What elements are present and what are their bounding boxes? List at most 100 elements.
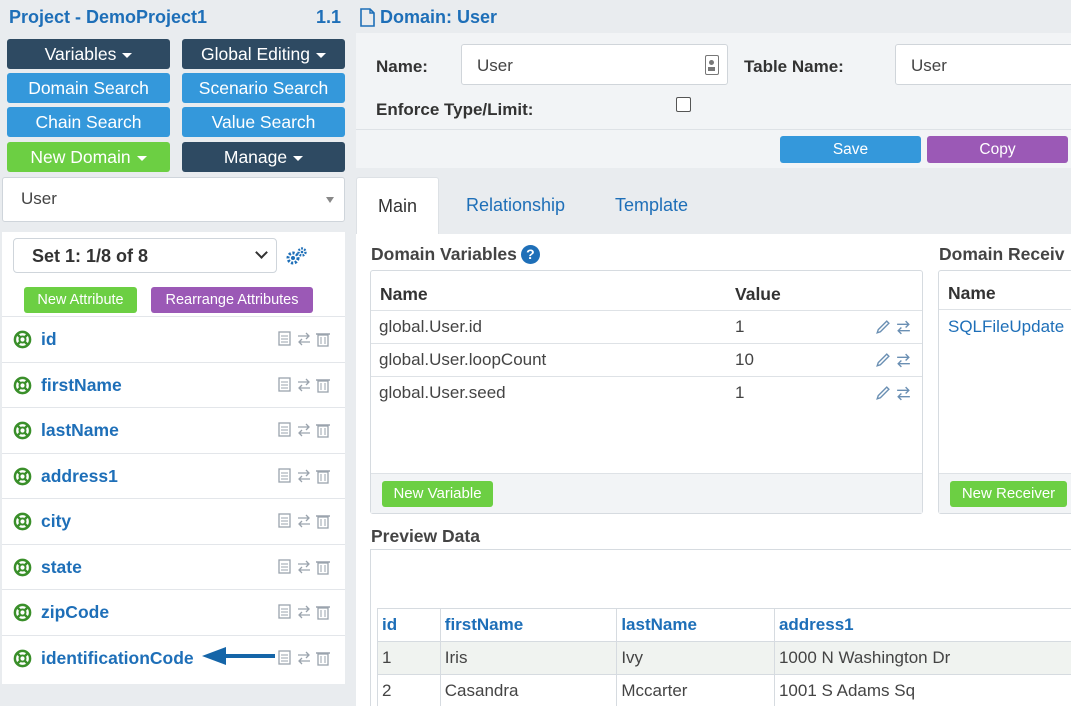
- attribute-name[interactable]: address1: [41, 466, 118, 487]
- lifebuoy-icon: [13, 512, 32, 531]
- attribute-name[interactable]: zipCode: [41, 602, 109, 623]
- exchange-icon[interactable]: [296, 331, 312, 347]
- domain-title: Domain: User: [360, 7, 497, 28]
- global-editing-dropdown-button[interactable]: Global Editing: [182, 39, 345, 69]
- receiver-link[interactable]: SQLFileUpdate: [948, 317, 1064, 337]
- tab-relationship[interactable]: Relationship: [445, 177, 586, 234]
- variable-row[interactable]: global.User.id 1: [371, 310, 922, 343]
- exchange-icon[interactable]: [895, 352, 912, 369]
- trash-icon[interactable]: [315, 650, 331, 666]
- settings-gears-icon[interactable]: [286, 246, 308, 266]
- tab-bar: Main Relationship Template: [356, 177, 1071, 234]
- domain-form: Name: User Table Name: User Enforce Type…: [356, 33, 1071, 168]
- variable-row[interactable]: global.User.loopCount 10: [371, 343, 922, 376]
- tab-main[interactable]: Main: [356, 177, 440, 234]
- trash-icon[interactable]: [315, 422, 331, 438]
- attribute-actions: [277, 376, 331, 393]
- attribute-row[interactable]: city: [2, 498, 345, 543]
- attribute-row[interactable]: id: [2, 316, 345, 361]
- new-variable-button[interactable]: New Variable: [382, 481, 493, 507]
- main-tab-content: Domain Variables? Name Value global.User…: [356, 234, 1071, 706]
- database-icon[interactable]: [277, 467, 293, 484]
- save-button[interactable]: Save: [780, 136, 921, 163]
- exchange-icon[interactable]: [296, 422, 312, 438]
- manage-dropdown-button[interactable]: Manage: [182, 142, 345, 172]
- domain-search-button[interactable]: Domain Search: [7, 73, 170, 103]
- exchange-icon[interactable]: [296, 377, 312, 393]
- exchange-icon[interactable]: [296, 650, 312, 666]
- attribute-name[interactable]: identificationCode: [41, 648, 194, 669]
- variable-row[interactable]: global.User.seed 1: [371, 376, 922, 409]
- attribute-row[interactable]: state: [2, 543, 345, 589]
- database-icon[interactable]: [277, 649, 293, 666]
- attribute-row[interactable]: zipCode: [2, 589, 345, 634]
- new-domain-dropdown-button[interactable]: New Domain: [7, 142, 170, 172]
- attribute-name[interactable]: city: [41, 511, 71, 532]
- trash-icon[interactable]: [315, 513, 331, 529]
- pencil-icon[interactable]: [874, 352, 891, 369]
- table-row: 1 Iris Ivy 1000 N Washington Dr: [377, 641, 1071, 675]
- pencil-icon[interactable]: [874, 319, 891, 336]
- tab-template[interactable]: Template: [594, 177, 709, 234]
- document-icon: [360, 8, 375, 27]
- set-select-value: Set 1: 1/8 of 8: [32, 246, 149, 266]
- variables-dropdown-button[interactable]: Variables: [7, 39, 170, 69]
- cell: 1000 N Washington Dr: [773, 641, 1071, 675]
- exchange-icon[interactable]: [296, 468, 312, 484]
- new-attribute-button[interactable]: New Attribute: [24, 287, 137, 313]
- trash-icon[interactable]: [315, 604, 331, 620]
- domain-select[interactable]: User: [2, 177, 345, 222]
- exchange-icon[interactable]: [895, 319, 912, 336]
- preview-col-id: id: [377, 608, 441, 642]
- attribute-actions: [277, 422, 331, 438]
- name-field[interactable]: User: [461, 44, 728, 85]
- exchange-icon[interactable]: [296, 513, 312, 529]
- database-icon[interactable]: [277, 604, 293, 620]
- trash-icon[interactable]: [315, 559, 331, 575]
- attribute-name[interactable]: id: [41, 329, 57, 350]
- trash-icon[interactable]: [315, 377, 331, 393]
- exchange-icon[interactable]: [296, 604, 312, 620]
- set-select[interactable]: Set 1: 1/8 of 8: [13, 238, 277, 273]
- name-field-value: User: [477, 56, 513, 75]
- help-icon[interactable]: ?: [520, 245, 540, 264]
- caret-down-icon: [293, 155, 304, 161]
- database-icon[interactable]: [277, 331, 293, 347]
- database-icon[interactable]: [277, 513, 293, 529]
- attribute-row[interactable]: address1: [2, 452, 345, 498]
- variable-name: global.User.seed: [379, 383, 506, 402]
- attribute-name[interactable]: firstName: [41, 375, 122, 396]
- database-icon[interactable]: [277, 422, 293, 438]
- exchange-icon[interactable]: [296, 559, 312, 575]
- database-icon[interactable]: [277, 558, 293, 575]
- preview-data-box: id firstName lastName address1 1 Iris Iv…: [370, 549, 1071, 706]
- attribute-row[interactable]: identificationCode: [2, 634, 345, 680]
- project-version: 1.1: [316, 7, 342, 27]
- rearrange-attributes-button[interactable]: Rearrange Attributes: [151, 287, 313, 313]
- copy-button[interactable]: Copy: [927, 136, 1068, 163]
- divider: [356, 129, 1071, 130]
- cell: Ivy: [616, 641, 775, 675]
- attribute-actions: [277, 649, 331, 666]
- variable-name: global.User.id: [379, 317, 483, 336]
- enforce-type-limit-checkbox[interactable]: [676, 97, 691, 112]
- pencil-icon[interactable]: [874, 385, 891, 402]
- chain-search-button[interactable]: Chain Search: [7, 107, 170, 137]
- table-name-field[interactable]: User: [895, 44, 1071, 85]
- database-icon[interactable]: [277, 376, 293, 393]
- value-search-button[interactable]: Value Search: [182, 107, 345, 137]
- scenario-search-button[interactable]: Scenario Search: [182, 73, 345, 103]
- caret-down-icon: [122, 52, 133, 58]
- preview-table: id firstName lastName address1 1 Iris Iv…: [377, 608, 1071, 706]
- attribute-actions: [277, 467, 331, 484]
- exchange-icon[interactable]: [895, 385, 912, 402]
- caret-down-icon: [315, 52, 326, 58]
- preview-data-title: Preview Data: [371, 526, 480, 546]
- attribute-row[interactable]: lastName: [2, 407, 345, 452]
- attribute-name[interactable]: lastName: [41, 420, 119, 441]
- trash-icon[interactable]: [315, 331, 331, 347]
- trash-icon[interactable]: [315, 468, 331, 484]
- new-receiver-button[interactable]: New Receiver: [950, 481, 1067, 507]
- attribute-name[interactable]: state: [41, 557, 82, 578]
- attribute-row[interactable]: firstName: [2, 361, 345, 407]
